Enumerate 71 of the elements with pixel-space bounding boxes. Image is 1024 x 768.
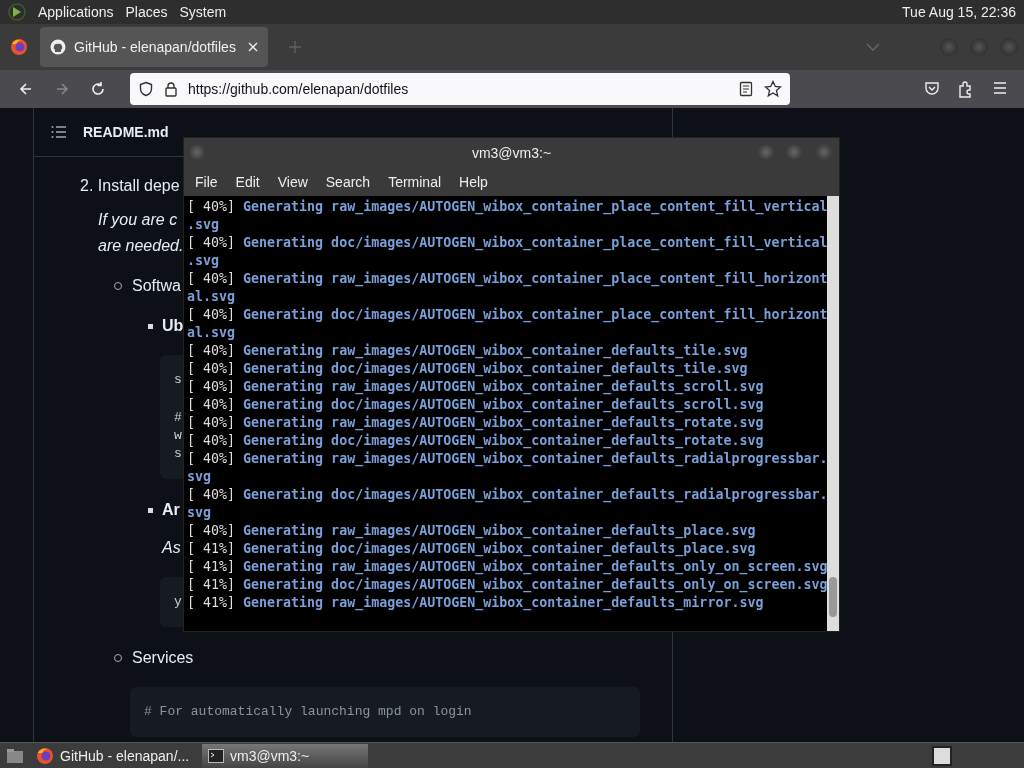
taskbar-button[interactable]: vm3@vm3:~ — [202, 743, 368, 768]
scrollbar[interactable] — [827, 196, 839, 631]
reader-view-icon[interactable] — [738, 81, 754, 97]
terminal-line: [ 40%] Generating raw_images/AUTOGEN_wibox_container_defaults_rotate.svg — [187, 414, 765, 432]
code-line: s — [174, 371, 182, 389]
clock: Tue Aug 15, 22:36 — [902, 4, 1016, 20]
taskbar-button[interactable]: GitHub - elenapan/... — [30, 743, 196, 768]
terminal-line: [ 40%] Generating raw_images/AUTOGEN_wibox_container_defaults_scroll.svg — [187, 378, 765, 396]
terminal-line: [ 40%] Generating raw_images/AUTOGEN_wibox_container_defaults_tile.svg — [187, 342, 749, 360]
terminal-line: [ 40%] Generating doc/images/AUTOGEN_wibox_container_defaults_tile.svg — [187, 360, 749, 378]
address-bar[interactable]: https://github.com/elenapan/dotfiles — [130, 73, 790, 105]
terminal-line: [ 40%] Generating doc/images/AUTOGEN_wibox_container_defaults_scroll.svg — [187, 396, 765, 414]
menu-item[interactable]: Search — [316, 174, 380, 190]
terminal-line: [ 40%] Generating raw_images/AUTOGEN_wibox_container_defaults_place.svg — [187, 522, 757, 540]
italic-note: If you are c — [98, 211, 178, 229]
panel-menu[interactable]: Applications — [38, 4, 114, 20]
terminal-line: [ 40%] Generating doc/images/AUTOGEN_wibox_container_defaults_rotate.svg — [187, 432, 765, 450]
puzzle-piece-icon[interactable] — [958, 80, 974, 98]
terminal-line: [ 40%] Generating doc/images/AUTOGEN_wibox_container_place_content_fill_vertical — [187, 234, 828, 252]
menu-item[interactable]: File — [186, 174, 227, 190]
reload-icon[interactable] — [89, 80, 107, 98]
terminal-line: [ 40%] Generating doc/images/AUTOGEN_wibox_container_place_content_fill_horizont — [187, 306, 828, 324]
terminal-line: [ 40%] Generating raw_images/AUTOGEN_wibox_container_defaults_radialprogressbar. — [187, 450, 828, 468]
list-item-text: 2. Install depe — [80, 177, 180, 195]
menu-item[interactable]: Help — [450, 174, 497, 190]
bullet-icon — [148, 507, 153, 513]
list-item-text: Softwa — [132, 277, 181, 295]
code-line: s — [174, 445, 182, 463]
menu-item[interactable]: Edit — [226, 174, 269, 190]
terminal-line: .svg — [187, 216, 221, 234]
terminal-line: svg — [187, 504, 213, 522]
panel-menu[interactable]: System — [179, 4, 227, 20]
terminal-line: [ 41%] Generating raw_images/AUTOGEN_wibox_container_defaults_only_on_screen.svg — [187, 558, 828, 576]
terminal-line: [ 40%] Generating doc/images/AUTOGEN_wibox_container_defaults_radialprogressbar. — [187, 486, 828, 504]
terminal-line: [ 41%] Generating doc/images/AUTOGEN_wibox_container_defaults_place.svg — [187, 540, 757, 558]
close-icon[interactable] — [248, 42, 258, 52]
pocket-icon[interactable] — [924, 80, 940, 96]
panel-menu[interactable]: Places — [125, 4, 168, 20]
menu-item[interactable]: Terminal — [379, 174, 451, 190]
window-title: vm3@vm3:~ — [471, 145, 552, 161]
shield-icon[interactable] — [138, 81, 154, 97]
terminal-line: al.svg — [187, 288, 237, 306]
workspace-icon[interactable] — [932, 745, 952, 766]
terminal-line: [ 41%] Generating raw_images/AUTOGEN_wibox_container_defaults_mirror.svg — [187, 594, 765, 612]
list-icon[interactable] — [51, 125, 67, 139]
terminal-line: [ 40%] Generating raw_images/AUTOGEN_wibox_container_place_content_fill_horizont — [187, 270, 828, 288]
panel-logo-icon[interactable] — [8, 3, 26, 21]
star-icon[interactable] — [764, 80, 782, 98]
menu-icon[interactable] — [992, 80, 1008, 96]
firefox-icon[interactable] — [36, 746, 54, 765]
menu-item[interactable]: View — [268, 174, 317, 190]
readme-title: README.md — [83, 124, 169, 140]
terminal-line: [ 40%] Generating raw_images/AUTOGEN_wibox_container_place_content_fill_vertical — [187, 198, 828, 216]
code-line: # For automatically launching mpd on login — [144, 703, 472, 721]
list-item-text: Ub — [162, 317, 184, 335]
code-line: y — [174, 593, 182, 611]
browser-tab[interactable]: GitHub - elenapan/dotfiles — [40, 27, 268, 67]
terminal-line: svg — [187, 468, 213, 486]
terminal-icon — [208, 748, 224, 763]
italic-note: As — [162, 539, 181, 557]
terminal-line: [ 41%] Generating doc/images/AUTOGEN_wibox_container_defaults_only_on_screen.svg — [187, 576, 828, 594]
bullet-icon — [148, 323, 153, 329]
code-line: w — [174, 427, 182, 445]
list-item-text: Services — [132, 649, 194, 667]
list-item-text: Ar — [162, 501, 180, 519]
code-line: # — [174, 409, 182, 427]
terminal-line: al.svg — [187, 324, 237, 342]
firefox-icon[interactable] — [10, 38, 28, 56]
lock-icon[interactable] — [164, 81, 178, 97]
italic-note: are needed. — [98, 237, 184, 255]
terminal-line: .svg — [187, 252, 221, 270]
